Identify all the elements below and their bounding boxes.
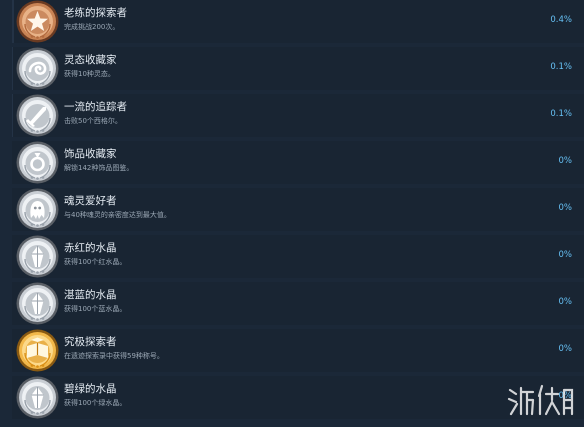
achievement-progress-bar (12, 47, 13, 90)
achievement-description: 击败50个西格尔。 (64, 117, 122, 125)
achievement-title: 老练的探索者 (64, 7, 127, 19)
achievement-title: 灵态收藏家 (64, 54, 117, 66)
spirit-icon (16, 188, 59, 231)
crystal-icon (16, 235, 59, 278)
achievement-row[interactable]: 灵态收藏家获得10种灵态。 0.1% (12, 47, 584, 90)
achievement-list: 老练的探索者完成挑战200次。 0.4% 灵态收藏家获得10种灵态。 0.1% 一流… (0, 0, 584, 427)
achievement-row[interactable]: 赤红的水晶获得100个红水晶。 0% (12, 235, 584, 278)
ring-icon (16, 141, 59, 184)
achievement-description: 获得100个绿水晶。 (64, 399, 127, 407)
achievement-title: 赤红的水晶 (64, 242, 117, 254)
star-badge-icon (16, 0, 59, 43)
achievement-title: 究极探索者 (64, 336, 117, 348)
achievement-unlock-percent: 0.1% (550, 62, 572, 72)
achievement-description: 获得100个红水晶。 (64, 258, 127, 266)
ring-badge-icon (16, 141, 59, 184)
swirl-badge-icon (16, 47, 59, 90)
achievement-description: 解锁142种饰品图鉴。 (64, 164, 134, 172)
crystal-icon (16, 282, 59, 325)
achievement-unlock-percent: 0.4% (550, 15, 572, 25)
achievement-description: 获得10种灵态。 (64, 70, 115, 78)
achievement-row[interactable]: 魂灵爱好者与40种魂灵的亲密度达到最大值。 0% (12, 188, 584, 231)
achievement-row[interactable]: 饰品收藏家解锁142种饰品图鉴。 0% (12, 141, 584, 184)
achievement-row[interactable]: 究极探索者在遗迹探索录中获得59种称号。 0% (12, 329, 584, 372)
achievement-progress-bar (12, 94, 13, 137)
sword-badge-icon (16, 94, 59, 137)
crystal-badge-icon (16, 235, 59, 278)
achievement-unlock-percent: 0% (558, 344, 573, 354)
achievement-unlock-percent: 0% (558, 250, 573, 260)
achievement-description: 与40种魂灵的亲密度达到最大值。 (64, 211, 171, 219)
crystal-badge-icon (16, 282, 59, 325)
achievement-unlock-percent: 0% (558, 391, 573, 401)
book-badge-icon (16, 329, 59, 372)
crystal-icon (16, 376, 59, 419)
achievement-title: 一流的追踪者 (64, 101, 127, 113)
achievement-row[interactable]: 碧绿的水晶获得100个绿水晶。 0% (12, 376, 584, 419)
swirl-icon (16, 47, 59, 90)
achievement-description: 完成挑战200次。 (64, 23, 120, 31)
achievement-row[interactable]: 老练的探索者完成挑战200次。 0.4% (12, 0, 584, 43)
achievement-title: 湛蓝的水晶 (64, 289, 117, 301)
achievement-description: 获得100个蓝水晶。 (64, 305, 127, 313)
achievement-title: 碧绿的水晶 (64, 383, 117, 395)
star-icon (16, 0, 59, 43)
achievement-unlock-percent: 0% (558, 203, 573, 213)
achievement-description: 在遗迹探索录中获得59种称号。 (64, 352, 164, 360)
achievement-row[interactable]: 湛蓝的水晶获得100个蓝水晶。 0% (12, 282, 584, 325)
achievement-title: 饰品收藏家 (64, 148, 117, 160)
crystal-badge-icon (16, 376, 59, 419)
achievement-unlock-percent: 0% (558, 297, 573, 307)
sword-icon (16, 94, 59, 137)
spirit-badge-icon (16, 188, 59, 231)
achievement-unlock-percent: 0.1% (550, 109, 572, 119)
achievement-title: 魂灵爱好者 (64, 195, 117, 207)
achievement-progress-bar (12, 0, 15, 43)
book-icon (16, 329, 59, 372)
achievement-row[interactable]: 一流的追踪者击败50个西格尔。 0.1% (12, 94, 584, 137)
achievement-unlock-percent: 0% (558, 156, 573, 166)
